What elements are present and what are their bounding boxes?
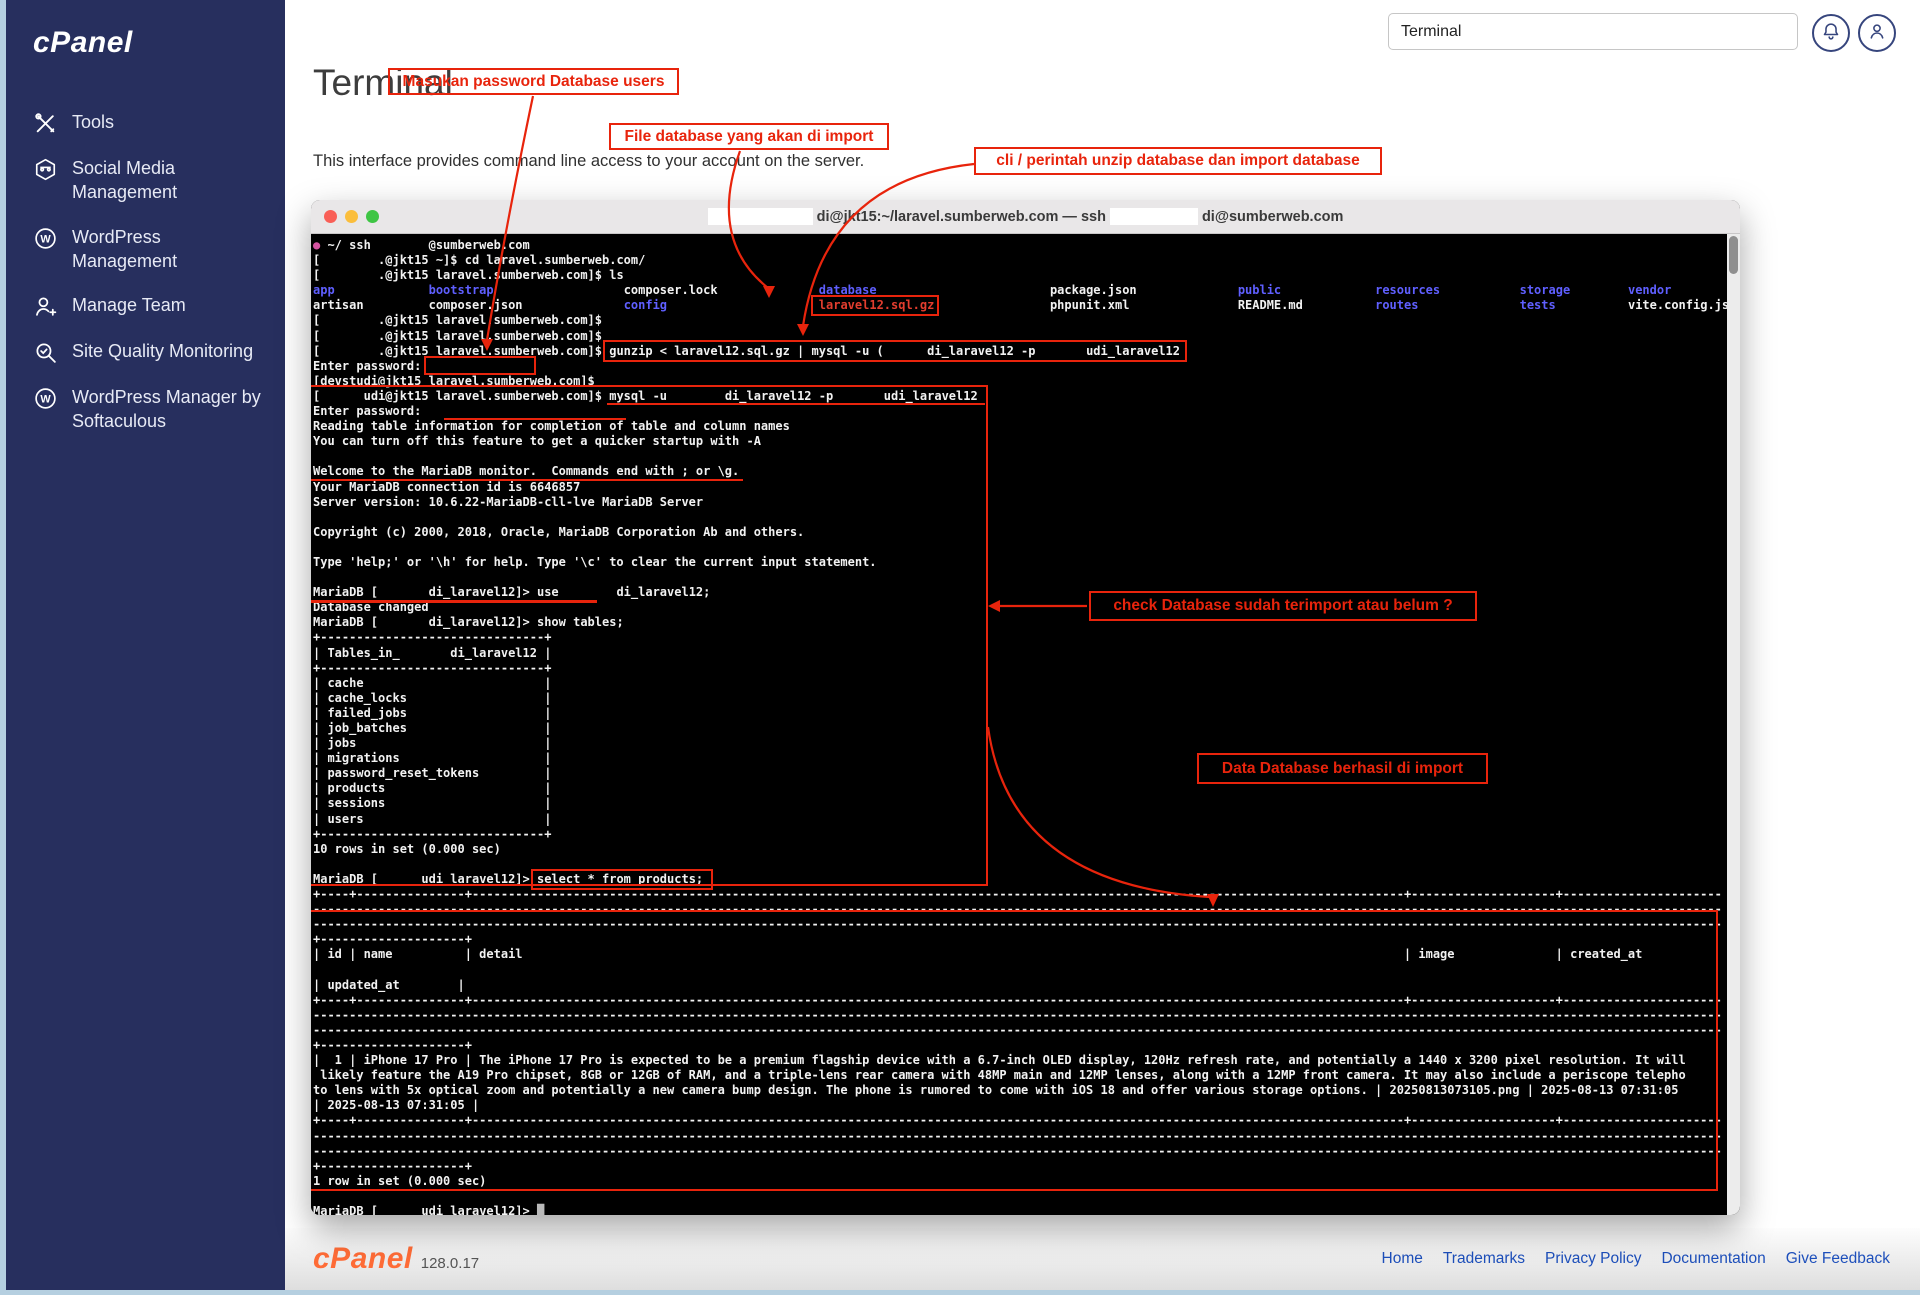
sidebar-item-tools[interactable]: Tools <box>33 100 285 146</box>
sidebar-item-wordpress-management[interactable]: W WordPressManagement <box>33 215 285 284</box>
highlight-products-result <box>311 910 1718 1191</box>
redaction-block <box>1110 208 1198 225</box>
bell-icon <box>1820 20 1842 47</box>
footer: cPanel 128.0.17 Home Trademarks Privacy Pol… <box>285 1228 1920 1290</box>
footer-link-trademarks[interactable]: Trademarks <box>1443 1250 1525 1268</box>
terminal-titlebar: di@jkt15:~/laravel.sumberweb.com — ssh d… <box>311 200 1740 234</box>
footer-link-privacy-policy[interactable]: Privacy Policy <box>1545 1250 1641 1268</box>
footer-link-home[interactable]: Home <box>1382 1250 1423 1268</box>
window-edge-left <box>0 0 6 1295</box>
wordpress-icon: W <box>33 226 58 251</box>
notifications-button[interactable] <box>1812 14 1850 52</box>
account-button[interactable] <box>1858 14 1896 52</box>
sidebar-nav: Tools Social MediaManagement W WordPressMan… <box>33 100 285 444</box>
social-media-icon <box>33 157 58 182</box>
callout-cli-command: cli / perintah unzip database dan import… <box>974 147 1382 175</box>
highlight-sqlgz-file <box>811 295 939 316</box>
redaction-block <box>708 208 813 225</box>
sidebar-item-label: WordPress Manager bySoftaculous <box>72 385 261 434</box>
footer-link-give-feedback[interactable]: Give Feedback <box>1786 1250 1890 1268</box>
underline-mysql-command <box>607 403 985 405</box>
site-quality-icon <box>33 340 58 365</box>
sidebar-item-label: Site Quality Monitoring <box>72 339 253 363</box>
underline-use-database <box>311 600 597 603</box>
version-label: 128.0.17 <box>421 1255 479 1272</box>
sidebar-item-social-media-management[interactable]: Social MediaManagement <box>33 146 285 215</box>
sidebar: cPanel Tools Social MediaManagement W WordP… <box>0 0 285 1295</box>
highlight-gunzip-command <box>603 340 1187 362</box>
window-edge-bottom <box>0 1290 1920 1295</box>
terminal-title-text: di@jkt15:~/laravel.sumberweb.com — ssh <box>817 209 1106 225</box>
highlight-mysql-session <box>311 385 988 886</box>
cpanel-footer-logo: cPanel 128.0.17 <box>313 1242 479 1276</box>
scrollbar-thumb[interactable] <box>1729 236 1738 274</box>
callout-import-success: Data Database berhasil di import <box>1197 753 1488 784</box>
highlight-select-query <box>531 869 713 890</box>
terminal-body[interactable]: ● ~/ ssh @sumberweb.com[ .@jkt15 ~]$ cd … <box>311 234 1740 1215</box>
svg-text:W: W <box>40 394 51 406</box>
footer-link-documentation[interactable]: Documentation <box>1661 1250 1765 1268</box>
sidebar-item-wordpress-manager-by-softaculous[interactable]: W WordPress Manager bySoftaculous <box>33 375 285 444</box>
sidebar-item-label: Social MediaManagement <box>72 156 177 205</box>
underline-mariadb-welcome <box>311 479 743 481</box>
callout-file-database: File database yang akan di import <box>609 123 889 150</box>
cpanel-logo: cPanel <box>33 26 285 60</box>
sidebar-item-label: WordPressManagement <box>72 225 177 274</box>
svg-text:W: W <box>40 233 51 245</box>
sidebar-item-site-quality-monitoring[interactable]: Site Quality Monitoring <box>33 329 285 375</box>
search-input[interactable] <box>1388 13 1798 50</box>
user-icon <box>1866 20 1888 47</box>
sidebar-item-manage-team[interactable]: Manage Team <box>33 283 285 329</box>
callout-check-database: check Database sudah terimport atau belu… <box>1089 591 1477 621</box>
tools-icon <box>33 111 58 136</box>
manage-team-icon <box>33 294 58 319</box>
app-root: cPanel Tools Social MediaManagement W WordP… <box>0 0 1920 1295</box>
terminal-window: di@jkt15:~/laravel.sumberweb.com — ssh d… <box>311 200 1740 1215</box>
main-area: Terminal This interface provides command… <box>285 0 1920 1295</box>
page-description: This interface provides command line acc… <box>313 152 864 171</box>
sidebar-item-label: Manage Team <box>72 293 186 317</box>
footer-links: Home Trademarks Privacy Policy Documentatio… <box>1382 1250 1890 1268</box>
terminal-scrollbar[interactable] <box>1727 234 1740 1215</box>
footer-brand: cPanel <box>313 1242 413 1275</box>
sidebar-item-label: Tools <box>72 110 114 134</box>
callout-password: Masukan password Database users <box>388 68 679 95</box>
underline-enter-password <box>444 418 626 420</box>
softaculous-wordpress-icon: W <box>33 386 58 411</box>
terminal-title-remote: di@sumberweb.com <box>1202 209 1343 225</box>
highlight-password-prompt <box>424 356 536 375</box>
terminal-title: di@jkt15:~/laravel.sumberweb.com — ssh d… <box>311 208 1740 225</box>
